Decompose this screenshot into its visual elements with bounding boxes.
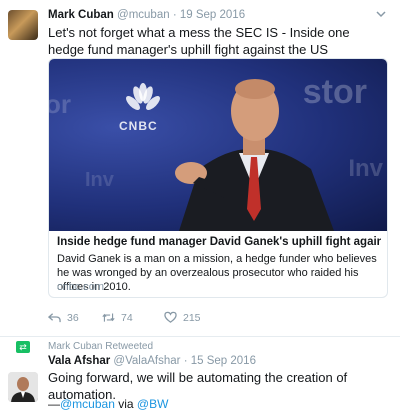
background-text: Inv: [85, 169, 114, 191]
tweet-header: Vala Afshar @ValaAfshar · 15 Sep 2016: [48, 355, 256, 367]
link-card[interactable]: or CNBC stor Inv Inv: [48, 58, 388, 298]
card-title[interactable]: Inside hedge fund manager David Ganek's …: [57, 236, 381, 248]
tweet[interactable]: Mark Cuban @mcuban · 19 Sep 2016 Let's n…: [0, 0, 400, 336]
retweet-banner: ⇄ Mark Cuban Retweeted: [16, 341, 153, 353]
author-name[interactable]: Mark Cuban: [48, 9, 114, 21]
mention-link[interactable]: @BW: [137, 397, 169, 411]
card-description: David Ganek is a man on a mission, a hed…: [57, 253, 377, 293]
retweet-button[interactable]: 74: [102, 311, 133, 324]
background-text: or: [49, 89, 71, 119]
reply-count: 36: [67, 311, 79, 324]
reply-button[interactable]: 36: [48, 311, 79, 324]
tweet-date[interactable]: 19 Sep 2016: [180, 9, 245, 21]
background-text: Inv: [348, 155, 383, 182]
avatar[interactable]: [8, 10, 38, 40]
tweet-date[interactable]: 15 Sep 2016: [191, 355, 256, 367]
signature-via: via: [118, 397, 134, 411]
retweeted-by-label[interactable]: Mark Cuban Retweeted: [48, 341, 153, 352]
cnbc-logo-text: CNBC: [119, 119, 158, 133]
separator: ·: [172, 9, 177, 21]
separator: ·: [183, 355, 188, 367]
like-button[interactable]: 215: [164, 311, 201, 324]
retweet-icon: [102, 313, 115, 322]
like-count: 215: [183, 311, 201, 324]
author-name[interactable]: Vala Afshar: [48, 355, 110, 367]
author-handle[interactable]: @mcuban: [117, 9, 170, 21]
cnbc-peacock-logo: [126, 83, 160, 110]
author-handle[interactable]: @ValaAfshar: [113, 355, 180, 367]
like-icon: [164, 311, 177, 323]
card-domain: cnbc.com: [57, 281, 105, 293]
card-image: or CNBC stor Inv Inv: [49, 59, 387, 231]
signature-dash: —: [48, 397, 60, 411]
retweet-icon: ⇄: [16, 341, 30, 353]
person-photo: [175, 79, 334, 231]
mention-link[interactable]: @mcuban: [60, 397, 115, 411]
tweet-actions: 36 74 215: [48, 311, 348, 327]
retweet-count: 74: [121, 311, 133, 324]
chevron-down-icon[interactable]: [374, 8, 388, 22]
reply-icon: [48, 313, 61, 323]
avatar[interactable]: [8, 372, 38, 402]
tweet[interactable]: ⇄ Mark Cuban Retweeted Vala Afshar @Vala…: [0, 336, 400, 416]
tweet-header: Mark Cuban @mcuban · 19 Sep 2016: [48, 9, 245, 21]
tweet-signature: —@mcuban via @BW: [48, 397, 168, 411]
